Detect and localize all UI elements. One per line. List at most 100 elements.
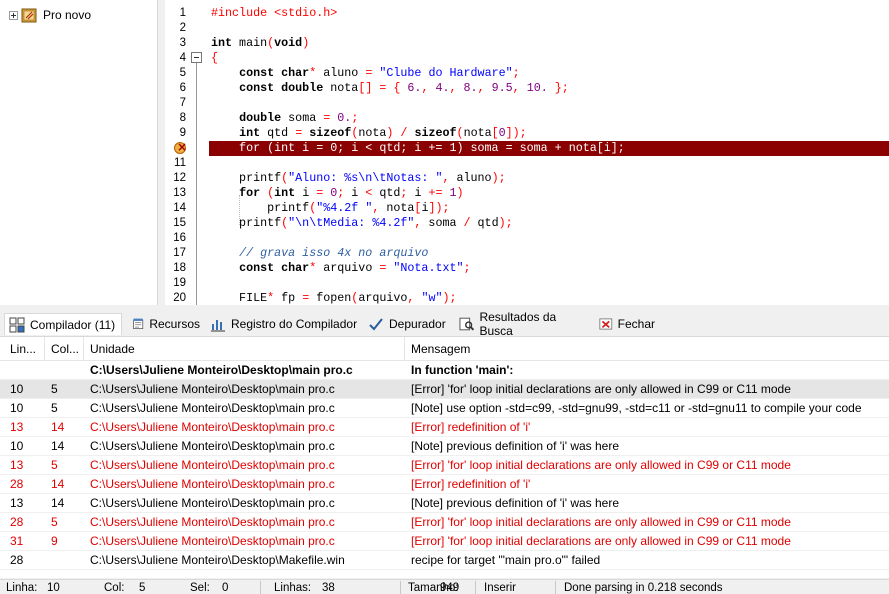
- code-token: [: [491, 126, 499, 140]
- table-row[interactable]: 10 5 C:\Users\Juliene Monteiro\Desktop\mai…: [0, 380, 889, 399]
- code-line[interactable]: 3 int main(void): [165, 36, 889, 51]
- code-line[interactable]: 19: [165, 276, 889, 291]
- cell-message: [Note] use option -std=c99, -std=gnu99, …: [411, 401, 862, 415]
- code-editor[interactable]: 1 #include <stdio.h> 2 3 int main(void) 4{5 c…: [165, 0, 889, 305]
- bottom-panel-tabs: Compilador (11) Recursos Registro do Compi…: [0, 309, 889, 338]
- code-line[interactable]: 2: [165, 21, 889, 36]
- code-line[interactable]: 15 printf("\n\tMedia: %4.2f", soma / qtd…: [165, 216, 889, 231]
- code-text: for (int i = 0; i < qtd; i += 1): [211, 186, 464, 201]
- status-size-value: 949: [440, 582, 460, 594]
- code-line[interactable]: 11: [165, 156, 889, 171]
- code-line[interactable]: 7: [165, 96, 889, 111]
- code-token: for: [239, 186, 261, 200]
- table-row[interactable]: 28 5 C:\Users\Juliene Monteiro\Desktop\mai…: [0, 513, 889, 532]
- column-header-line[interactable]: Lin...: [4, 337, 45, 361]
- tab-fechar[interactable]: Fechar: [595, 313, 659, 335]
- tab-recursos[interactable]: Recursos: [128, 313, 204, 335]
- code-text: printf("Aluno: %s\n\tNotas: ", aluno);: [211, 171, 506, 186]
- code-token: "Clube do Hardware": [379, 66, 513, 80]
- code-line[interactable]: 8 double soma = 0.;: [165, 111, 889, 126]
- code-token: ]);: [428, 201, 450, 215]
- code-line[interactable]: 6 const double nota[] = { 6., 4., 8., 9.…: [165, 81, 889, 96]
- code-line[interactable]: 12 printf("Aluno: %s\n\tNotas: ", aluno)…: [165, 171, 889, 186]
- expand-icon[interactable]: [9, 10, 18, 20]
- code-token: 6.: [407, 81, 422, 95]
- compiler-messages-table[interactable]: Lin... Col... Unidade Mensagem C:\Users\…: [0, 337, 889, 578]
- code-line[interactable]: 9 int qtd = sizeof(nota) / sizeof(nota[0…: [165, 126, 889, 141]
- cell-unit: C:\Users\Juliene Monteiro\Desktop\main p…: [90, 477, 335, 491]
- line-number: 14: [173, 202, 186, 214]
- tab-compilador-11[interactable]: Compilador (11): [4, 313, 122, 335]
- code-line[interactable]: 13 for (int i = 0; i < qtd; i += 1): [165, 186, 889, 201]
- cell-col: 5: [51, 458, 58, 472]
- column-header-message[interactable]: Mensagem: [405, 337, 889, 361]
- code-token: nota: [323, 81, 359, 95]
- code-token: ;: [512, 66, 520, 80]
- code-text: FILE* fp = fopen(arquivo, "w");: [211, 291, 456, 305]
- table-row[interactable]: 31 9 C:\Users\Juliene Monteiro\Desktop\mai…: [0, 532, 889, 551]
- table-row[interactable]: 28 14 C:\Users\Juliene Monteiro\Desktop\ma…: [0, 475, 889, 494]
- code-token: nota: [463, 126, 492, 140]
- column-header-col[interactable]: Col...: [45, 337, 84, 361]
- cell-unit: C:\Users\Juliene Monteiro\Desktop\Makefi…: [90, 553, 345, 567]
- table-row[interactable]: 10 5 C:\Users\Juliene Monteiro\Desktop\mai…: [0, 399, 889, 418]
- debugger-check-icon: [369, 318, 383, 331]
- code-line[interactable]: 1 #include <stdio.h>: [165, 6, 889, 21]
- tree-item-project[interactable]: Pro novo: [9, 6, 91, 24]
- indent-guide: [239, 195, 240, 225]
- table-row[interactable]: 13 14 C:\Users\Juliene Monteiro\Desktop\ma…: [0, 418, 889, 437]
- cell-message: [Error] 'for' loop initial declarations …: [411, 534, 791, 548]
- line-number: 6: [179, 82, 186, 94]
- code-line[interactable]: 16: [165, 231, 889, 246]
- code-line[interactable]: 20 FILE* fp = fopen(arquivo, "w");: [165, 291, 889, 305]
- code-text: #include <stdio.h>: [211, 6, 337, 21]
- code-token: const char: [239, 261, 310, 275]
- line-number: 9: [179, 127, 186, 139]
- cell-unit: C:\Users\Juliene Monteiro\Desktop\main p…: [90, 382, 335, 396]
- tab-depurador[interactable]: Depurador: [364, 313, 452, 335]
- tab-registro-do-compilador[interactable]: Registro do Compilador: [206, 313, 362, 335]
- code-token: ): [302, 36, 310, 50]
- code-token: fopen: [309, 291, 352, 305]
- line-number: 19: [173, 277, 186, 289]
- cell-line: 10: [10, 382, 24, 396]
- code-token: ;: [463, 261, 471, 275]
- code-token: i: [407, 186, 429, 200]
- tab-resultados-da-busca[interactable]: Resultados da Busca: [455, 310, 593, 338]
- table-row[interactable]: 13 5 C:\Users\Juliene Monteiro\Desktop\mai…: [0, 456, 889, 475]
- status-sel-value: 0: [222, 582, 229, 594]
- code-token: ,: [449, 81, 457, 95]
- tab-label: Depurador: [389, 317, 446, 331]
- status-message: Done parsing in 0.218 seconds: [564, 582, 723, 594]
- line-number: 7: [179, 97, 186, 109]
- project-tree[interactable]: Pro novo: [0, 0, 158, 305]
- code-token: );: [491, 171, 506, 185]
- table-row[interactable]: 13 14 C:\Users\Juliene Monteiro\Desktop\ma…: [0, 494, 889, 513]
- code-token: };: [554, 81, 569, 95]
- fold-collapse-icon[interactable]: [191, 52, 202, 63]
- cell-line: 10: [10, 439, 24, 453]
- code-line[interactable]: 10 for (int i = 0; i < qtd; i += 1) soma…: [165, 140, 889, 156]
- code-line[interactable]: 14 printf("%4.2f ", nota[i]);: [165, 201, 889, 216]
- code-token: 0: [498, 126, 506, 140]
- cell-message: recipe for target '"main pro.o"' failed: [411, 553, 601, 567]
- code-line[interactable]: 17 // grava isso 4x no arquivo: [165, 246, 889, 261]
- code-token: aluno: [449, 171, 492, 185]
- code-line[interactable]: 4{: [165, 51, 889, 66]
- code-text: const char* arquivo = "Nota.txt";: [211, 261, 471, 276]
- table-row[interactable]: 10 14 C:\Users\Juliene Monteiro\Desktop\ma…: [0, 437, 889, 456]
- column-header-unit[interactable]: Unidade: [84, 337, 405, 361]
- code-token: 0.: [337, 111, 352, 125]
- cell-unit: C:\Users\Juliene Monteiro\Desktop\main p…: [90, 458, 335, 472]
- code-line[interactable]: 5 const char* aluno = "Clube do Hardware…: [165, 66, 889, 81]
- error-marker-icon[interactable]: [174, 140, 187, 155]
- table-row[interactable]: C:\Users\Juliene Monteiro\Desktop\main p…: [0, 361, 889, 380]
- cell-message: [Error] 'for' loop initial declarations …: [411, 515, 791, 529]
- code-line[interactable]: 18 const char* arquivo = "Nota.txt";: [165, 261, 889, 276]
- status-separator: [475, 581, 476, 594]
- table-row[interactable]: 28 C:\Users\Juliene Monteiro\Desktop\Make…: [0, 551, 889, 570]
